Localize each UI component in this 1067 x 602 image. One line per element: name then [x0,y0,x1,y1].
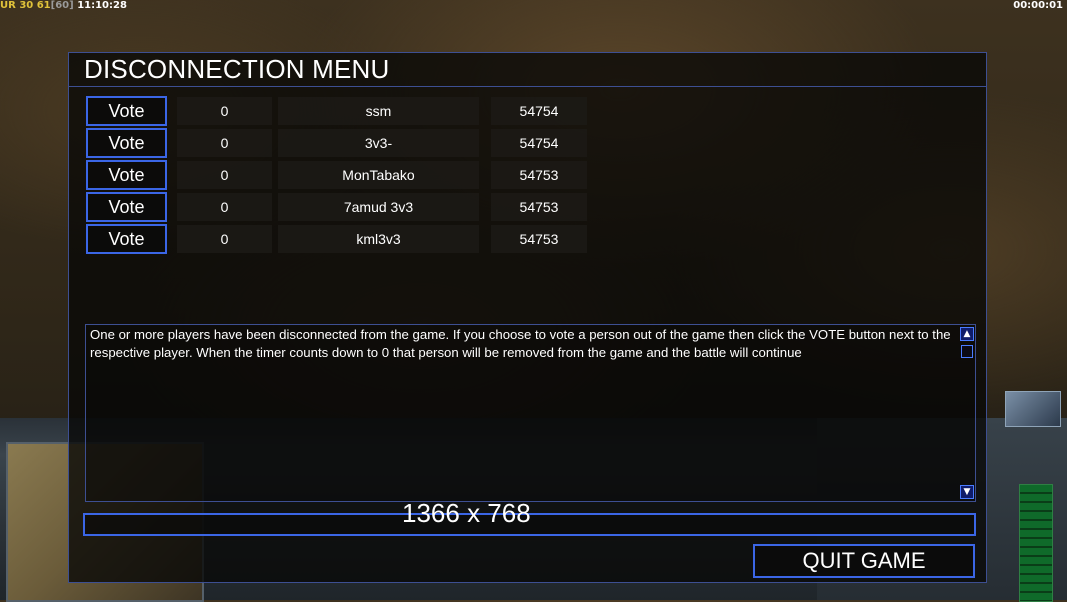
scroll-up-arrow-icon[interactable]: ▲ [960,327,974,341]
player-row: Vote 0 3v3- 54754 [86,128,588,158]
power-meter [1019,484,1053,602]
player-timer: 0 [177,129,272,157]
scrollbar-thumb[interactable] [961,345,973,358]
player-timer: 0 [177,193,272,221]
player-timer: 0 [177,161,272,189]
hud-clock: 11:10:28 [77,0,127,11]
player-row: Vote 0 ssm 54754 [86,96,588,126]
vote-button[interactable]: Vote [86,224,167,254]
vote-button[interactable]: Vote [86,192,167,222]
player-name: MonTabako [278,161,479,189]
player-timer: 0 [177,225,272,253]
player-ping: 54753 [491,225,587,253]
hud-fps-cap: [60] [50,0,74,11]
player-row: Vote 0 kml3v3 54753 [86,224,588,254]
player-name: 7amud 3v3 [278,193,479,221]
quit-game-button[interactable]: QUIT GAME [753,544,975,578]
hud-ur-label: UR [0,0,16,11]
hud-ur-value: 30 [19,0,34,11]
dialog-title-bar: DISCONNECTION MENU [69,53,986,87]
game-timer: 00:00:01 [1013,0,1063,11]
player-row: Vote 0 7amud 3v3 54753 [86,192,588,222]
player-ping: 54754 [491,97,587,125]
disconnect-message: One or more players have been disconnect… [90,327,951,360]
unit-portrait[interactable] [1005,391,1061,427]
vote-button[interactable]: Vote [86,96,167,126]
vote-button[interactable]: Vote [86,160,167,190]
scroll-down-arrow-icon[interactable]: ▼ [960,485,974,499]
player-ping: 54753 [491,161,587,189]
dialog-title: DISCONNECTION MENU [84,54,390,84]
player-ping: 54753 [491,193,587,221]
hud-stats: UR 30 61[60] 11:10:28 [0,0,127,13]
player-ping: 54754 [491,129,587,157]
player-timer: 0 [177,97,272,125]
message-box: One or more players have been disconnect… [85,324,976,502]
vote-button[interactable]: Vote [86,128,167,158]
player-name: 3v3- [278,129,479,157]
hud-fps: 61 [36,0,51,11]
player-row: Vote 0 MonTabako 54753 [86,160,588,190]
player-name: kml3v3 [278,225,479,253]
resolution-overlay: 1366 x 768 [402,498,531,528]
player-name: ssm [278,97,479,125]
